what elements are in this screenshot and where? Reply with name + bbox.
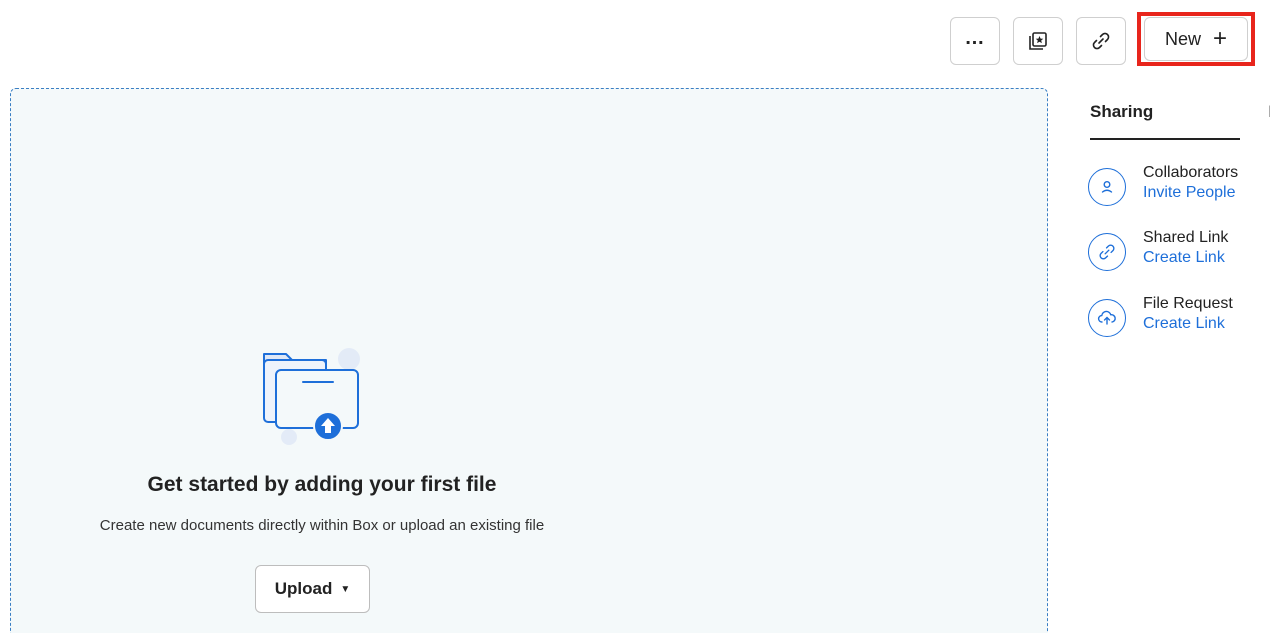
active-tab-indicator [1090,138,1240,140]
file-drop-zone[interactable]: Get started by adding your first file Cr… [10,88,1048,633]
more-options-label: … [964,27,986,49]
cloud-upload-icon [1088,299,1126,337]
share-item-shared-link: Shared Link Create Link [1088,229,1270,277]
create-shared-link-link[interactable]: Create Link [1143,249,1225,267]
tab-sharing[interactable]: Sharing [1090,102,1153,122]
new-button[interactable]: New + [1144,17,1248,61]
chevron-down-icon: ▼ [340,583,351,595]
more-options-button[interactable]: … [950,17,1000,65]
page: … New + Get started by adding your first… [0,0,1270,633]
empty-state-title: Get started by adding your first file [147,473,497,496]
person-icon [1088,168,1126,206]
star-collection-icon [1029,32,1047,50]
collaborators-label: Collaborators [1143,164,1239,181]
share-item-file-request: File Request Create Link [1088,295,1270,343]
file-request-label: File Request [1143,295,1233,312]
link-icon [1092,32,1110,50]
sharing-sidebar: Sharing De Collaborators Invite People [1060,88,1270,633]
invite-people-link[interactable]: Invite People [1143,184,1236,202]
share-item-collaborators: Collaborators Invite People [1088,164,1270,212]
new-button-highlight: New + [1137,12,1255,66]
upload-button[interactable]: Upload ▼ [255,565,370,613]
collections-button[interactable] [1013,17,1063,65]
sidebar-tabs: Sharing De [1090,102,1270,140]
empty-state-subtitle: Create new documents directly within Box… [99,517,545,534]
new-button-label: New [1164,28,1201,49]
toolbar: … New + [0,0,1270,80]
link-icon [1088,233,1126,271]
upload-button-label: Upload [274,579,333,598]
folder-upload-icon [263,348,360,445]
create-file-request-link[interactable]: Create Link [1143,315,1225,333]
shared-link-label: Shared Link [1143,229,1229,246]
copy-link-button[interactable] [1076,17,1126,65]
plus-icon: + [1213,25,1228,52]
